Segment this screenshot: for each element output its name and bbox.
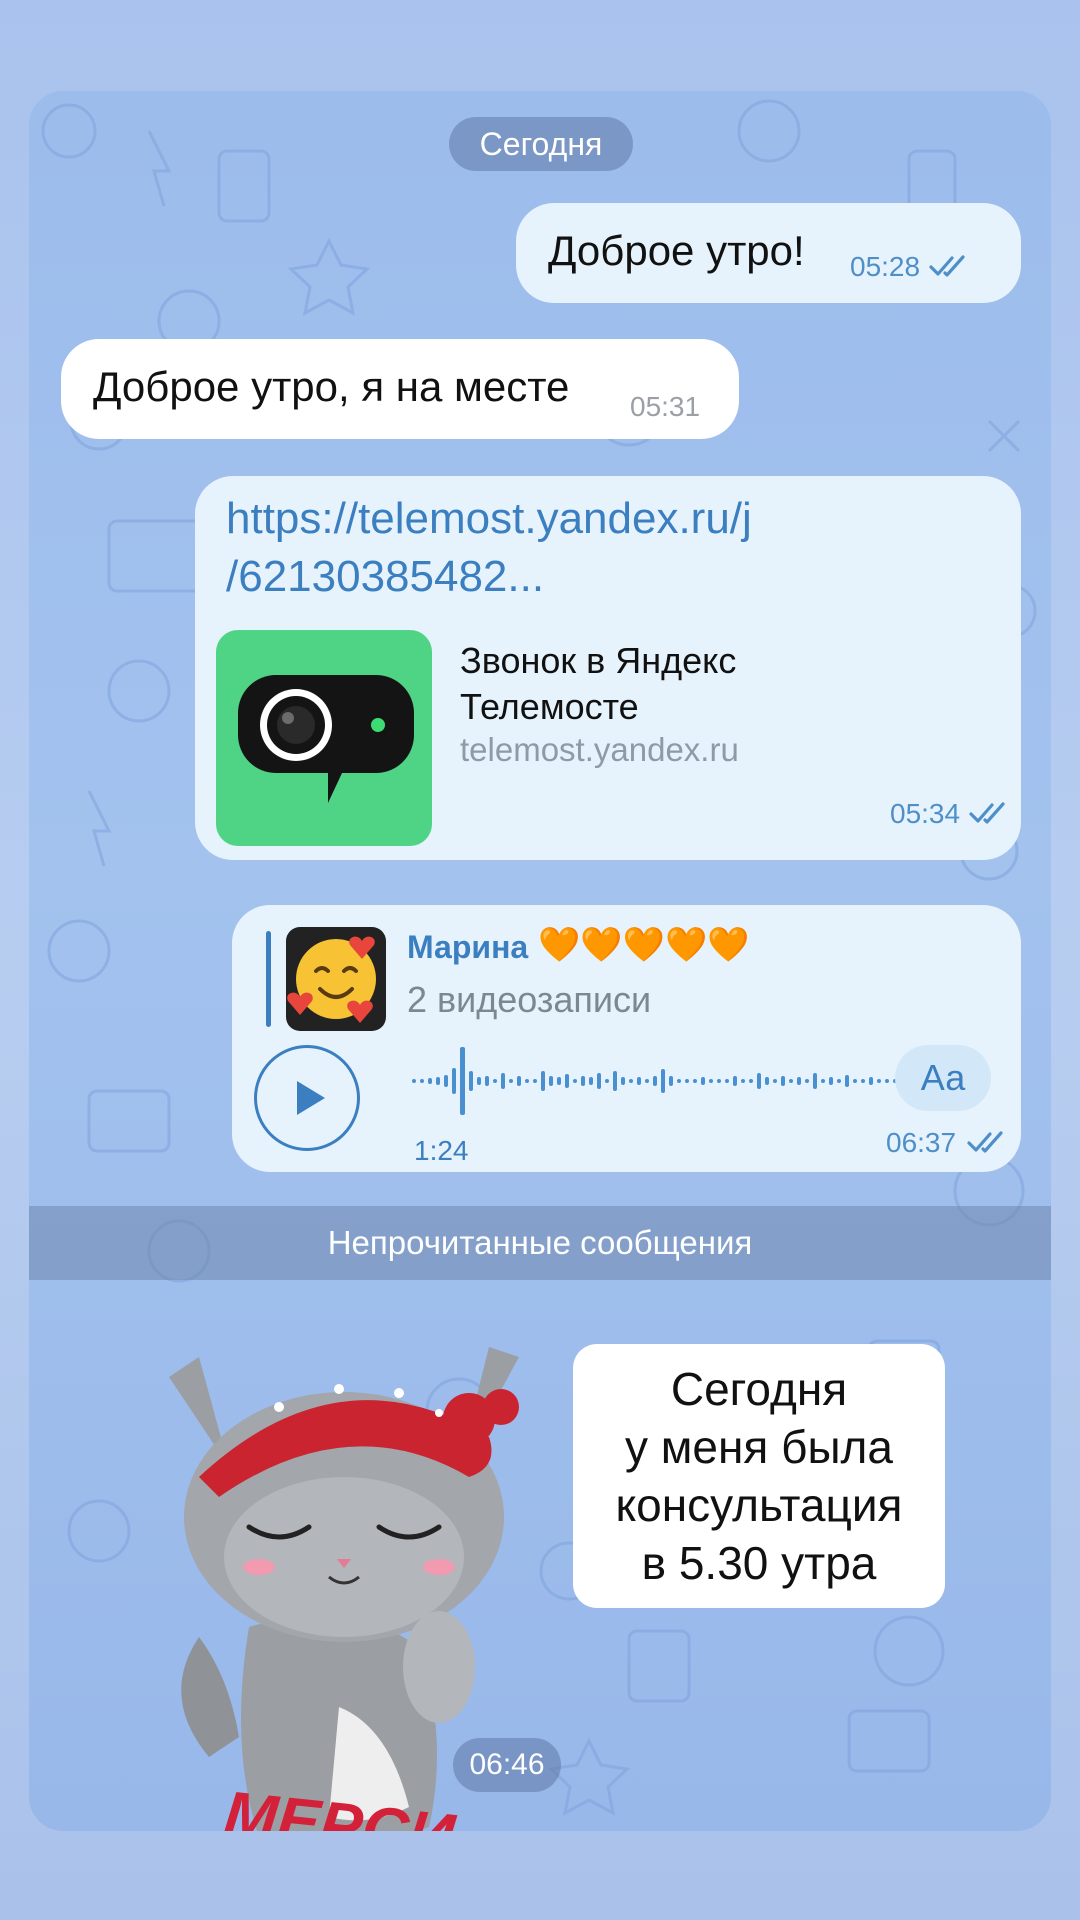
message-time: 05:34 — [890, 798, 961, 829]
preview-domain: telemost.yandex.ru — [460, 731, 739, 768]
transcribe-button[interactable]: Аа — [895, 1045, 991, 1111]
reply-author-emoji: 🧡🧡🧡🧡🧡 — [538, 926, 750, 964]
outgoing-message[interactable]: Доброе утро! 05:28 — [516, 203, 1021, 303]
camera-chat-icon — [238, 675, 414, 803]
preview-title-line1: Звонок в Яндекс — [460, 640, 737, 681]
date-header: Сегодня — [449, 117, 633, 171]
link-text-line2[interactable]: /62130385482... — [226, 548, 544, 606]
link-preview-image[interactable] — [216, 630, 432, 846]
reply-author: Марина — [407, 929, 529, 965]
outgoing-voice-message[interactable]: Марина 🧡🧡🧡🧡🧡 2 видеозаписи 1:24 Аа 06:37 — [232, 905, 1021, 1172]
preview-title-line2: Телемосте — [460, 686, 639, 727]
play-button[interactable] — [254, 1045, 360, 1151]
incoming-message[interactable]: Доброе утро, я на месте 05:31 — [61, 339, 739, 439]
voice-waveform[interactable] — [412, 1043, 902, 1119]
hugging-face-icon — [287, 936, 376, 1023]
read-ticks-icon — [969, 802, 1005, 824]
outgoing-link-message[interactable]: https://telemost.yandex.ru/j /6213038548… — [195, 476, 1021, 860]
card-text-line3: консультация — [615, 1479, 903, 1531]
read-ticks-icon — [967, 1131, 1003, 1153]
reply-text: 2 видеозаписи — [407, 979, 652, 1020]
chat-panel: Сегодня Доброе утро! 05:28 Доброе утро, … — [29, 91, 1051, 1831]
link-text-line1[interactable]: https://telemost.yandex.ru/j — [226, 490, 752, 548]
play-icon — [297, 1081, 325, 1115]
message-time: 05:28 — [850, 251, 921, 282]
read-ticks-icon — [929, 255, 965, 277]
message-time: 05:31 — [630, 391, 701, 422]
message-time: 06:37 — [886, 1127, 957, 1158]
reply-bar — [266, 931, 271, 1027]
voice-duration: 1:24 — [414, 1135, 469, 1166]
sticker-time: 06:46 — [453, 1738, 561, 1792]
reply-thumbnail[interactable] — [286, 927, 386, 1031]
card-text-line2: у меня была — [625, 1421, 893, 1473]
incoming-text-card[interactable]: Сегодня у меня была консультация в 5.30 … — [573, 1344, 945, 1608]
message-text: Доброе утро! — [548, 227, 805, 274]
unread-divider: Непрочитанные сообщения — [29, 1206, 1051, 1280]
message-text: Доброе утро, я на месте — [93, 363, 570, 410]
card-text-line4: в 5.30 утра — [641, 1537, 877, 1589]
card-text-line1: Сегодня — [670, 1363, 848, 1415]
